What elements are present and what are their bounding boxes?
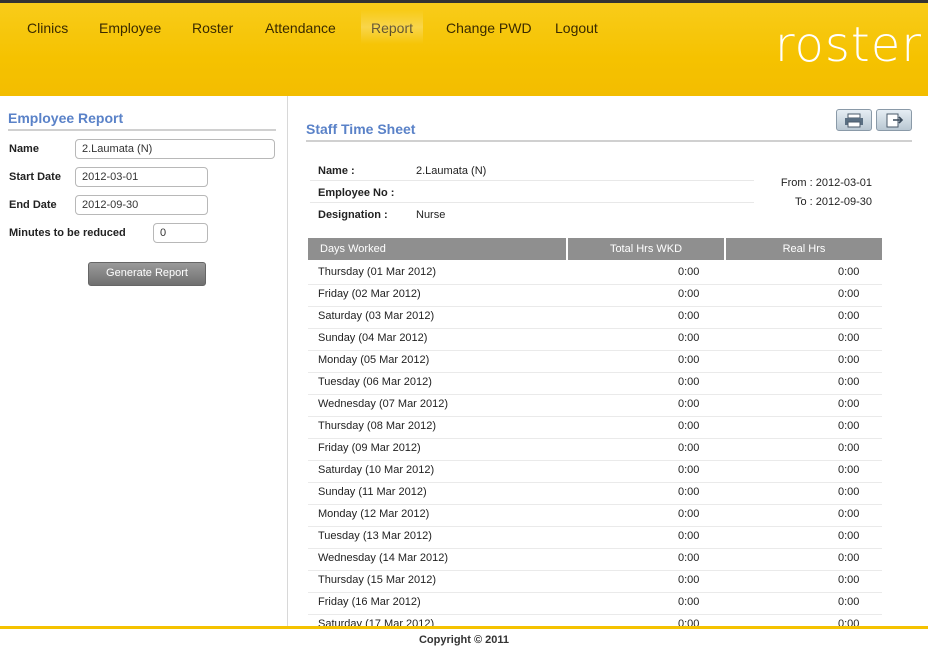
real-hrs-cell: 0:00 [838, 376, 860, 388]
total-hrs-cell: 0:00 [678, 464, 700, 476]
total-hrs-cell: 0:00 [678, 310, 700, 322]
nav-attendance[interactable]: Attendance [265, 20, 336, 36]
real-hrs-cell: 0:00 [838, 310, 860, 322]
header-bar: Clinics Employee Roster Attendance Repor… [0, 0, 928, 96]
day-cell: Thursday (01 Mar 2012) [318, 266, 436, 278]
real-hrs-cell: 0:00 [838, 398, 860, 410]
start-date-label: Start Date [9, 171, 61, 183]
table-row: Monday (05 Mar 2012) 0:00 0:00 [308, 350, 882, 373]
real-hrs-cell: 0:00 [838, 354, 860, 366]
day-cell: Monday (05 Mar 2012) [318, 354, 430, 366]
total-hrs-cell: 0:00 [678, 574, 700, 586]
table-row: Saturday (10 Mar 2012) 0:00 0:00 [308, 460, 882, 483]
real-hrs-cell: 0:00 [838, 552, 860, 564]
table-row: Wednesday (14 Mar 2012) 0:00 0:00 [308, 548, 882, 571]
name-select[interactable]: 2.Laumata (N) [75, 139, 275, 159]
col-days-worked: Days Worked [308, 238, 566, 260]
table-row: Sunday (04 Mar 2012) 0:00 0:00 [308, 328, 882, 351]
day-cell: Monday (12 Mar 2012) [318, 508, 430, 520]
total-hrs-cell: 0:00 [678, 288, 700, 300]
table-row: Wednesday (07 Mar 2012) 0:00 0:00 [308, 394, 882, 417]
nav-logout[interactable]: Logout [555, 20, 598, 36]
total-hrs-cell: 0:00 [678, 442, 700, 454]
real-hrs-cell: 0:00 [838, 596, 860, 608]
staff-time-sheet-panel: Staff Time Sheet Name : 2.Laumata (N) Em… [288, 96, 928, 637]
table-row: Friday (09 Mar 2012) 0:00 0:00 [308, 438, 882, 461]
real-hrs-cell: 0:00 [838, 442, 860, 454]
total-hrs-cell: 0:00 [678, 486, 700, 498]
real-hrs-cell: 0:00 [838, 420, 860, 432]
table-row: Tuesday (06 Mar 2012) 0:00 0:00 [308, 372, 882, 395]
footer-copyright: Copyright © 2011 [0, 626, 928, 653]
day-cell: Thursday (15 Mar 2012) [318, 574, 436, 586]
minutes-input[interactable]: 0 [153, 223, 208, 243]
real-hrs-cell: 0:00 [838, 464, 860, 476]
table-row: Monday (12 Mar 2012) 0:00 0:00 [308, 504, 882, 527]
total-hrs-cell: 0:00 [678, 596, 700, 608]
day-cell: Friday (02 Mar 2012) [318, 288, 421, 300]
nav-clinics[interactable]: Clinics [27, 20, 68, 36]
employee-report-panel: Employee Report Name 2.Laumata (N) Start… [0, 96, 288, 626]
table-row: Thursday (08 Mar 2012) 0:00 0:00 [308, 416, 882, 439]
day-cell: Tuesday (06 Mar 2012) [318, 376, 432, 388]
day-cell: Tuesday (13 Mar 2012) [318, 530, 432, 542]
ts-designation-value: Nurse [416, 209, 446, 221]
real-hrs-cell: 0:00 [838, 508, 860, 520]
ts-name-value: 2.Laumata (N) [416, 165, 487, 177]
divider [310, 202, 754, 203]
total-hrs-cell: 0:00 [678, 354, 700, 366]
table-row: Friday (16 Mar 2012) 0:00 0:00 [308, 592, 882, 615]
to-date: To : 2012-09-30 [794, 196, 872, 208]
col-total-hrs: Total Hrs WKD [568, 238, 724, 260]
day-cell: Wednesday (14 Mar 2012) [318, 552, 449, 564]
real-hrs-cell: 0:00 [838, 486, 860, 498]
ts-designation-label: Designation : [318, 209, 388, 221]
ts-name-label: Name : [318, 165, 355, 177]
nav-roster[interactable]: Roster [192, 20, 233, 36]
nav-report[interactable]: Report [360, 10, 424, 44]
day-cell: Thursday (08 Mar 2012) [318, 420, 436, 432]
from-date: From : 2012-03-01 [780, 177, 872, 189]
real-hrs-cell: 0:00 [838, 574, 860, 586]
real-hrs-cell: 0:00 [838, 288, 860, 300]
staff-time-sheet-title: Staff Time Sheet [306, 121, 912, 142]
divider [310, 180, 754, 181]
total-hrs-cell: 0:00 [678, 376, 700, 388]
day-cell: Sunday (11 Mar 2012) [318, 486, 427, 498]
total-hrs-cell: 0:00 [678, 398, 700, 410]
day-cell: Friday (09 Mar 2012) [318, 442, 421, 454]
start-date-input[interactable]: 2012-03-01 [75, 167, 208, 187]
total-hrs-cell: 0:00 [678, 530, 700, 542]
day-cell: Saturday (10 Mar 2012) [318, 464, 435, 476]
roster-logo: roster [774, 17, 922, 73]
employee-report-title: Employee Report [8, 110, 276, 131]
total-hrs-cell: 0:00 [678, 420, 700, 432]
name-label: Name [9, 143, 39, 155]
real-hrs-cell: 0:00 [838, 266, 860, 278]
table-row: Saturday (03 Mar 2012) 0:00 0:00 [308, 306, 882, 329]
ts-employee-no-label: Employee No : [318, 187, 395, 199]
table-row: Friday (02 Mar 2012) 0:00 0:00 [308, 284, 882, 307]
day-cell: Wednesday (07 Mar 2012) [318, 398, 449, 410]
real-hrs-cell: 0:00 [838, 530, 860, 542]
nav-change-pwd[interactable]: Change PWD [446, 20, 532, 36]
table-row: Sunday (11 Mar 2012) 0:00 0:00 [308, 482, 882, 505]
total-hrs-cell: 0:00 [678, 332, 700, 344]
end-date-input[interactable]: 2012-09-30 [75, 195, 208, 215]
table-row: Thursday (15 Mar 2012) 0:00 0:00 [308, 570, 882, 593]
total-hrs-cell: 0:00 [678, 508, 700, 520]
total-hrs-cell: 0:00 [678, 266, 700, 278]
nav-employee[interactable]: Employee [99, 20, 161, 36]
day-cell: Friday (16 Mar 2012) [318, 596, 421, 608]
day-cell: Sunday (04 Mar 2012) [318, 332, 428, 344]
real-hrs-cell: 0:00 [838, 332, 860, 344]
total-hrs-cell: 0:00 [678, 552, 700, 564]
minutes-label: Minutes to be reduced [9, 227, 126, 239]
generate-report-button[interactable]: Generate Report [88, 262, 206, 286]
col-real-hrs: Real Hrs [726, 238, 882, 260]
end-date-label: End Date [9, 199, 57, 211]
table-row: Thursday (01 Mar 2012) 0:00 0:00 [308, 262, 882, 285]
table-row: Tuesday (13 Mar 2012) 0:00 0:00 [308, 526, 882, 549]
day-cell: Saturday (03 Mar 2012) [318, 310, 435, 322]
